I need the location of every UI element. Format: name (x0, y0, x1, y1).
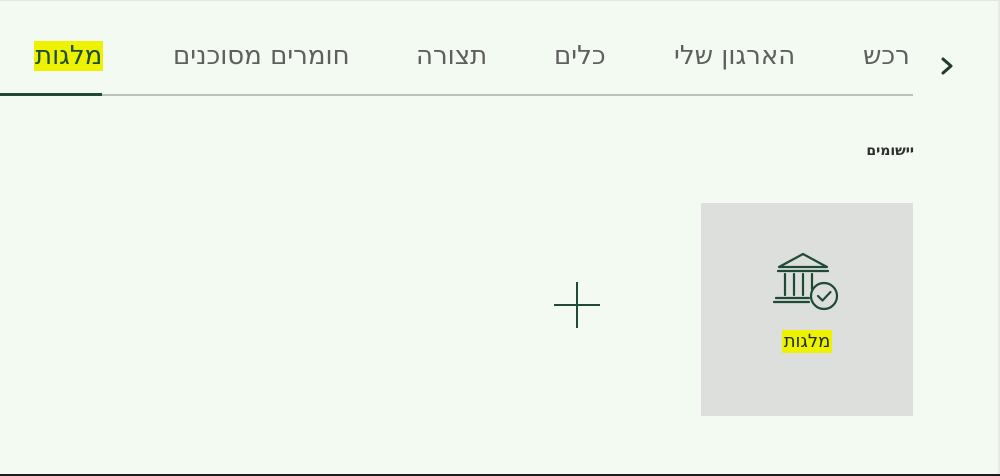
app-tile-scholarships[interactable]: מלגות (701, 203, 913, 416)
tab-hazardous-materials[interactable]: חומרים מסוכנים (173, 40, 350, 72)
tab-label: כלים (554, 41, 606, 71)
tab-bar: מלגות חומרים מסוכנים תצורה כלים הארגון ש… (0, 30, 913, 96)
tab-label: תצורה (416, 41, 488, 71)
plus-icon[interactable] (552, 280, 602, 330)
tab-label: הארגון שלי (674, 41, 796, 71)
tab-configuration[interactable]: תצורה (416, 40, 487, 72)
bank-check-icon (773, 252, 839, 311)
tab-procurement[interactable]: רכש (863, 40, 910, 72)
tab-tools[interactable]: כלים (554, 40, 606, 72)
section-title: יישומים (866, 143, 914, 159)
tab-label: חומרים מסוכנים (173, 41, 350, 71)
tab-label: רכש (863, 41, 910, 71)
active-tab-indicator (0, 93, 102, 96)
app-tile-label: מלגות (781, 330, 833, 353)
tab-my-organization[interactable]: הארגון שלי (674, 40, 795, 72)
frame-top-border (0, 0, 1000, 1)
tab-label: מלגות (34, 41, 104, 71)
chevron-right-icon[interactable] (936, 55, 958, 77)
tab-scholarships[interactable]: מלגות (34, 40, 104, 72)
